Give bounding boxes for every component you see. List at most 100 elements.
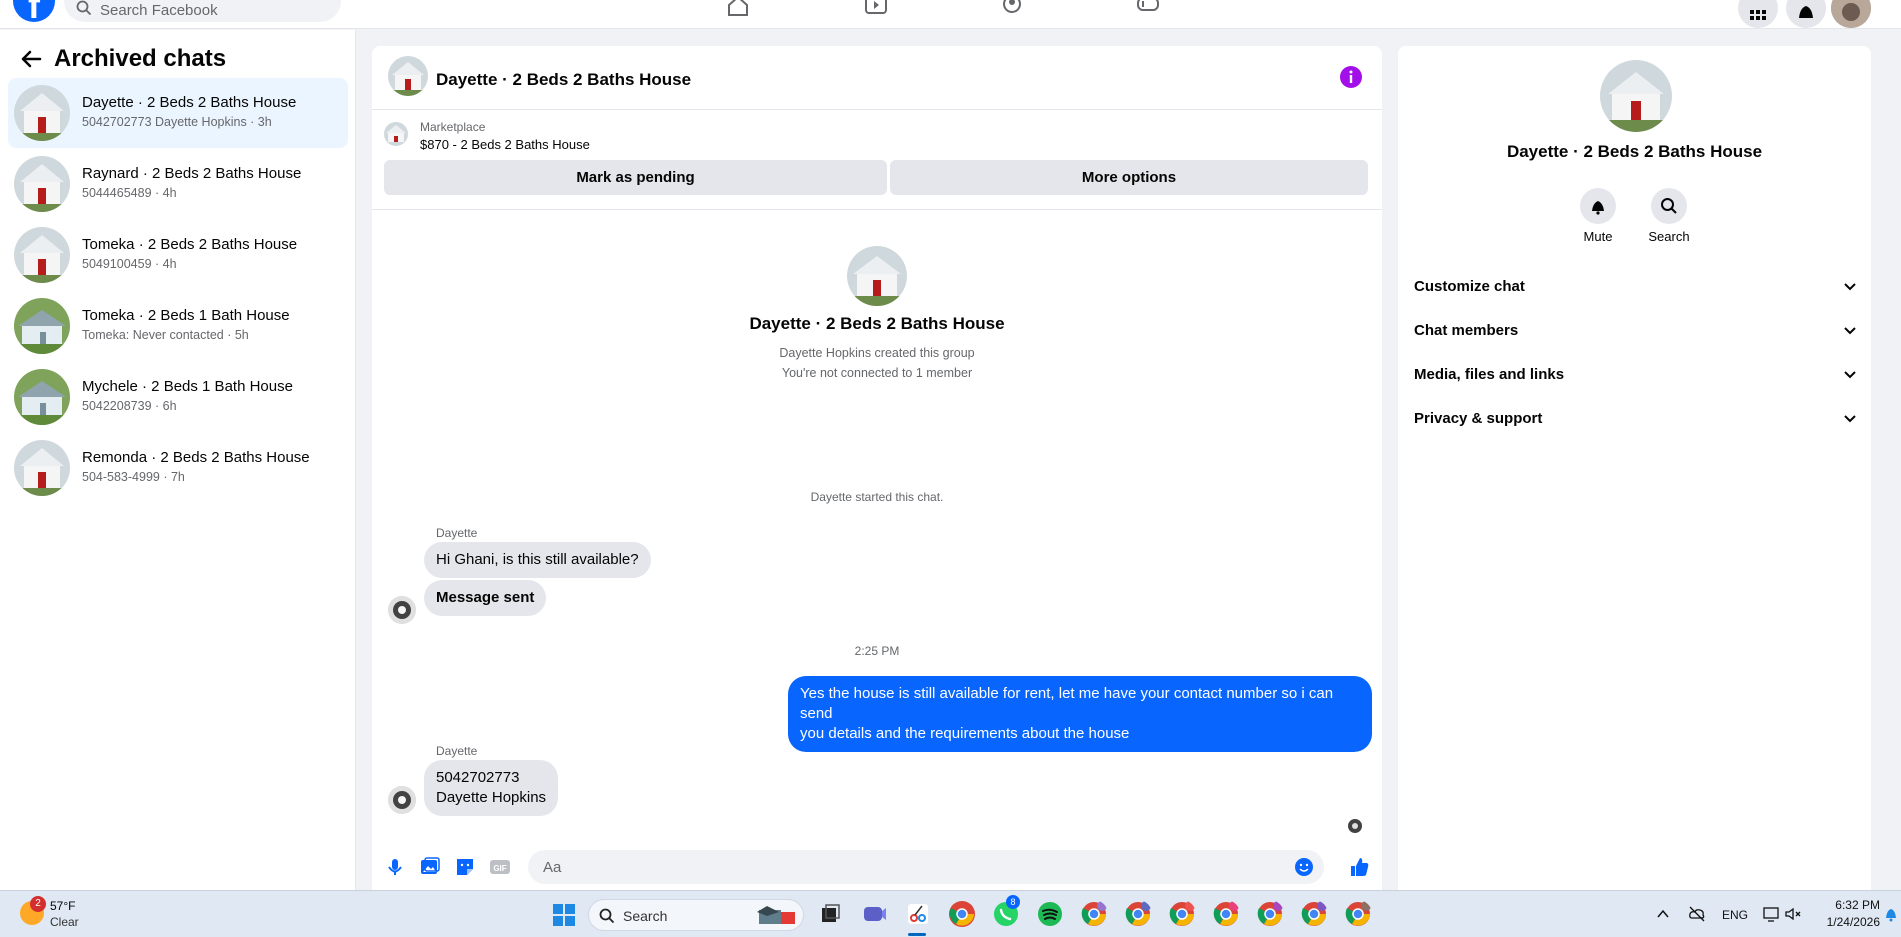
chat-list-item[interactable]: Remonda · 2 Beds 2 Baths House 504-583-4…: [8, 433, 348, 503]
task-view-icon[interactable]: [816, 900, 844, 928]
whatsapp-unread-badge: 8: [1006, 895, 1020, 909]
listing-title[interactable]: $870 - 2 Beds 2 Baths House: [420, 137, 590, 152]
house-thumbnail: [14, 440, 70, 496]
chrome-profile-icon[interactable]: [1344, 900, 1372, 928]
conversation-title[interactable]: Dayette · 2 Beds 2 Baths House: [436, 70, 691, 90]
cloud-offline-icon[interactable]: [1688, 905, 1706, 923]
chrome-profile-icon[interactable]: [1256, 900, 1284, 928]
weather-temperature[interactable]: 57°F: [50, 899, 75, 913]
facebook-logo[interactable]: f: [13, 0, 55, 26]
search-icon: [1661, 198, 1677, 214]
incoming-message[interactable]: 5042702773 Dayette Hopkins: [424, 760, 559, 816]
chat-list-item[interactable]: Tomeka · 2 Beds 2 Baths House 5049100459…: [8, 220, 348, 290]
search-in-conversation-button[interactable]: Search: [1634, 188, 1704, 244]
active-app-indicator: [908, 933, 926, 936]
profile-photo: [1831, 0, 1871, 28]
message-line: Dayette Hopkins: [436, 789, 547, 806]
volume-muted-icon[interactable]: [1784, 905, 1802, 923]
outgoing-message[interactable]: Yes the house is still available for ren…: [788, 676, 1372, 752]
conversation-header: Dayette · 2 Beds 2 Baths House: [372, 46, 1382, 110]
conversation-panel: Dayette · 2 Beds 2 Baths House Marketpla…: [372, 46, 1382, 890]
conversation-avatar[interactable]: [388, 56, 428, 96]
chrome-profile-icon[interactable]: [1124, 900, 1152, 928]
account-avatar[interactable]: [1831, 0, 1871, 28]
taskbar-search[interactable]: Search: [588, 899, 804, 931]
house-thumbnail: [14, 156, 70, 212]
taskbar-search-label: Search: [623, 908, 668, 924]
message-input-placeholder: Aa: [543, 859, 562, 876]
sender-avatar[interactable]: [388, 786, 416, 814]
chrome-profile-icon[interactable]: [1168, 900, 1196, 928]
windows-start-icon[interactable]: [552, 903, 576, 927]
gaming-icon[interactable]: [1134, 0, 1162, 20]
gif-icon[interactable]: GIF: [489, 856, 511, 878]
microphone-icon[interactable]: [384, 856, 406, 878]
chat-subtitle: 5049100459 · 4h: [82, 257, 177, 271]
spotify-icon[interactable]: [1036, 900, 1064, 928]
display-icon[interactable]: [1762, 905, 1780, 923]
info-icon[interactable]: [1340, 66, 1362, 88]
chat-list-item[interactable]: Tomeka · 2 Beds 1 Bath House Tomeka: Nev…: [8, 291, 348, 361]
chat-list-item[interactable]: Dayette · 2 Beds 2 Baths House 504270277…: [8, 78, 348, 148]
chat-list-item[interactable]: Mychele · 2 Beds 1 Bath House 5042208739…: [8, 362, 348, 432]
chevron-up-icon[interactable]: [1656, 907, 1670, 921]
groups-icon[interactable]: [998, 0, 1026, 20]
incoming-message[interactable]: Message sent: [424, 580, 547, 616]
chat-title: Dayette · 2 Beds 2 Baths House: [82, 94, 297, 111]
media-files-links-section[interactable]: Media, files and links: [1414, 356, 1864, 392]
chat-subtitle: Tomeka: Never contacted · 5h: [82, 328, 249, 342]
photo-icon[interactable]: [419, 856, 441, 878]
chrome-icon[interactable]: [948, 900, 976, 928]
message-line: 5042702773: [436, 769, 520, 786]
home-icon[interactable]: [724, 0, 752, 20]
archived-chats-sidebar: Archived chats Dayette · 2 Beds 2 Baths …: [0, 30, 356, 890]
sender-avatar[interactable]: [388, 596, 416, 624]
chat-started-notice: Dayette started this chat.: [810, 490, 944, 504]
weather-condition[interactable]: Clear: [50, 915, 79, 929]
bell-icon: [1799, 6, 1813, 18]
page-title: Archived chats: [54, 45, 227, 72]
video-icon[interactable]: [862, 0, 890, 20]
chat-members-section[interactable]: Chat members: [1414, 312, 1864, 348]
group-created-text: Dayette Hopkins created this group: [779, 346, 975, 360]
emoji-icon[interactable]: [1294, 857, 1314, 877]
chrome-profile-icon[interactable]: [1212, 900, 1240, 928]
chrome-profile-icon[interactable]: [1080, 900, 1108, 928]
menu-button[interactable]: [1738, 0, 1778, 28]
details-title: Dayette · 2 Beds 2 Baths House: [1506, 142, 1763, 161]
thumbs-up-icon[interactable]: [1348, 856, 1370, 878]
incoming-message[interactable]: Hi Ghani, is this still available?: [424, 542, 651, 578]
mute-button[interactable]: Mute: [1563, 188, 1633, 244]
details-avatar[interactable]: [1600, 60, 1672, 132]
chat-subtitle: 5042208739 · 6h: [82, 399, 177, 413]
language-indicator[interactable]: ENG: [1722, 908, 1748, 922]
chat-title: Tomeka · 2 Beds 1 Bath House: [82, 307, 290, 324]
clock-date[interactable]: 1/24/2026: [1820, 915, 1880, 929]
outgoing-message-line: you details and the requirements about t…: [800, 725, 1130, 742]
sender-name: Dayette: [436, 744, 478, 758]
sticker-icon[interactable]: [454, 856, 476, 878]
house-thumbnail: [14, 227, 70, 283]
clock-time[interactable]: 6:32 PM: [1832, 898, 1880, 912]
section-label: Chat members: [1414, 322, 1519, 339]
seen-receipt-avatar: [1348, 819, 1362, 833]
search-highlight-icon: [757, 906, 795, 924]
more-options-button[interactable]: More options: [890, 160, 1368, 195]
customize-chat-section[interactable]: Customize chat: [1414, 268, 1864, 304]
chat-title: Tomeka · 2 Beds 2 Baths House: [82, 236, 298, 253]
chat-list-item[interactable]: Raynard · 2 Beds 2 Baths House 504446548…: [8, 149, 348, 219]
snipping-tool-icon[interactable]: [904, 900, 932, 928]
mark-as-pending-button[interactable]: Mark as pending: [384, 160, 887, 195]
privacy-support-section[interactable]: Privacy & support: [1414, 400, 1864, 436]
notifications-button[interactable]: [1786, 0, 1826, 28]
teams-icon[interactable]: [860, 900, 888, 928]
back-arrow-icon[interactable]: [18, 46, 44, 72]
notification-bell-icon[interactable]: [1884, 906, 1898, 922]
windows-taskbar: 2 57°F Clear Search 8 ENG 6:32 PM 1/24/2…: [0, 890, 1901, 937]
group-avatar: [847, 246, 907, 306]
chrome-profile-icon[interactable]: [1300, 900, 1328, 928]
house-thumbnail: [14, 85, 70, 141]
search-facebook-input[interactable]: Search Facebook: [64, 0, 341, 22]
message-input[interactable]: Aa: [528, 850, 1324, 884]
group-title: Dayette · 2 Beds 2 Baths House: [749, 314, 1005, 333]
